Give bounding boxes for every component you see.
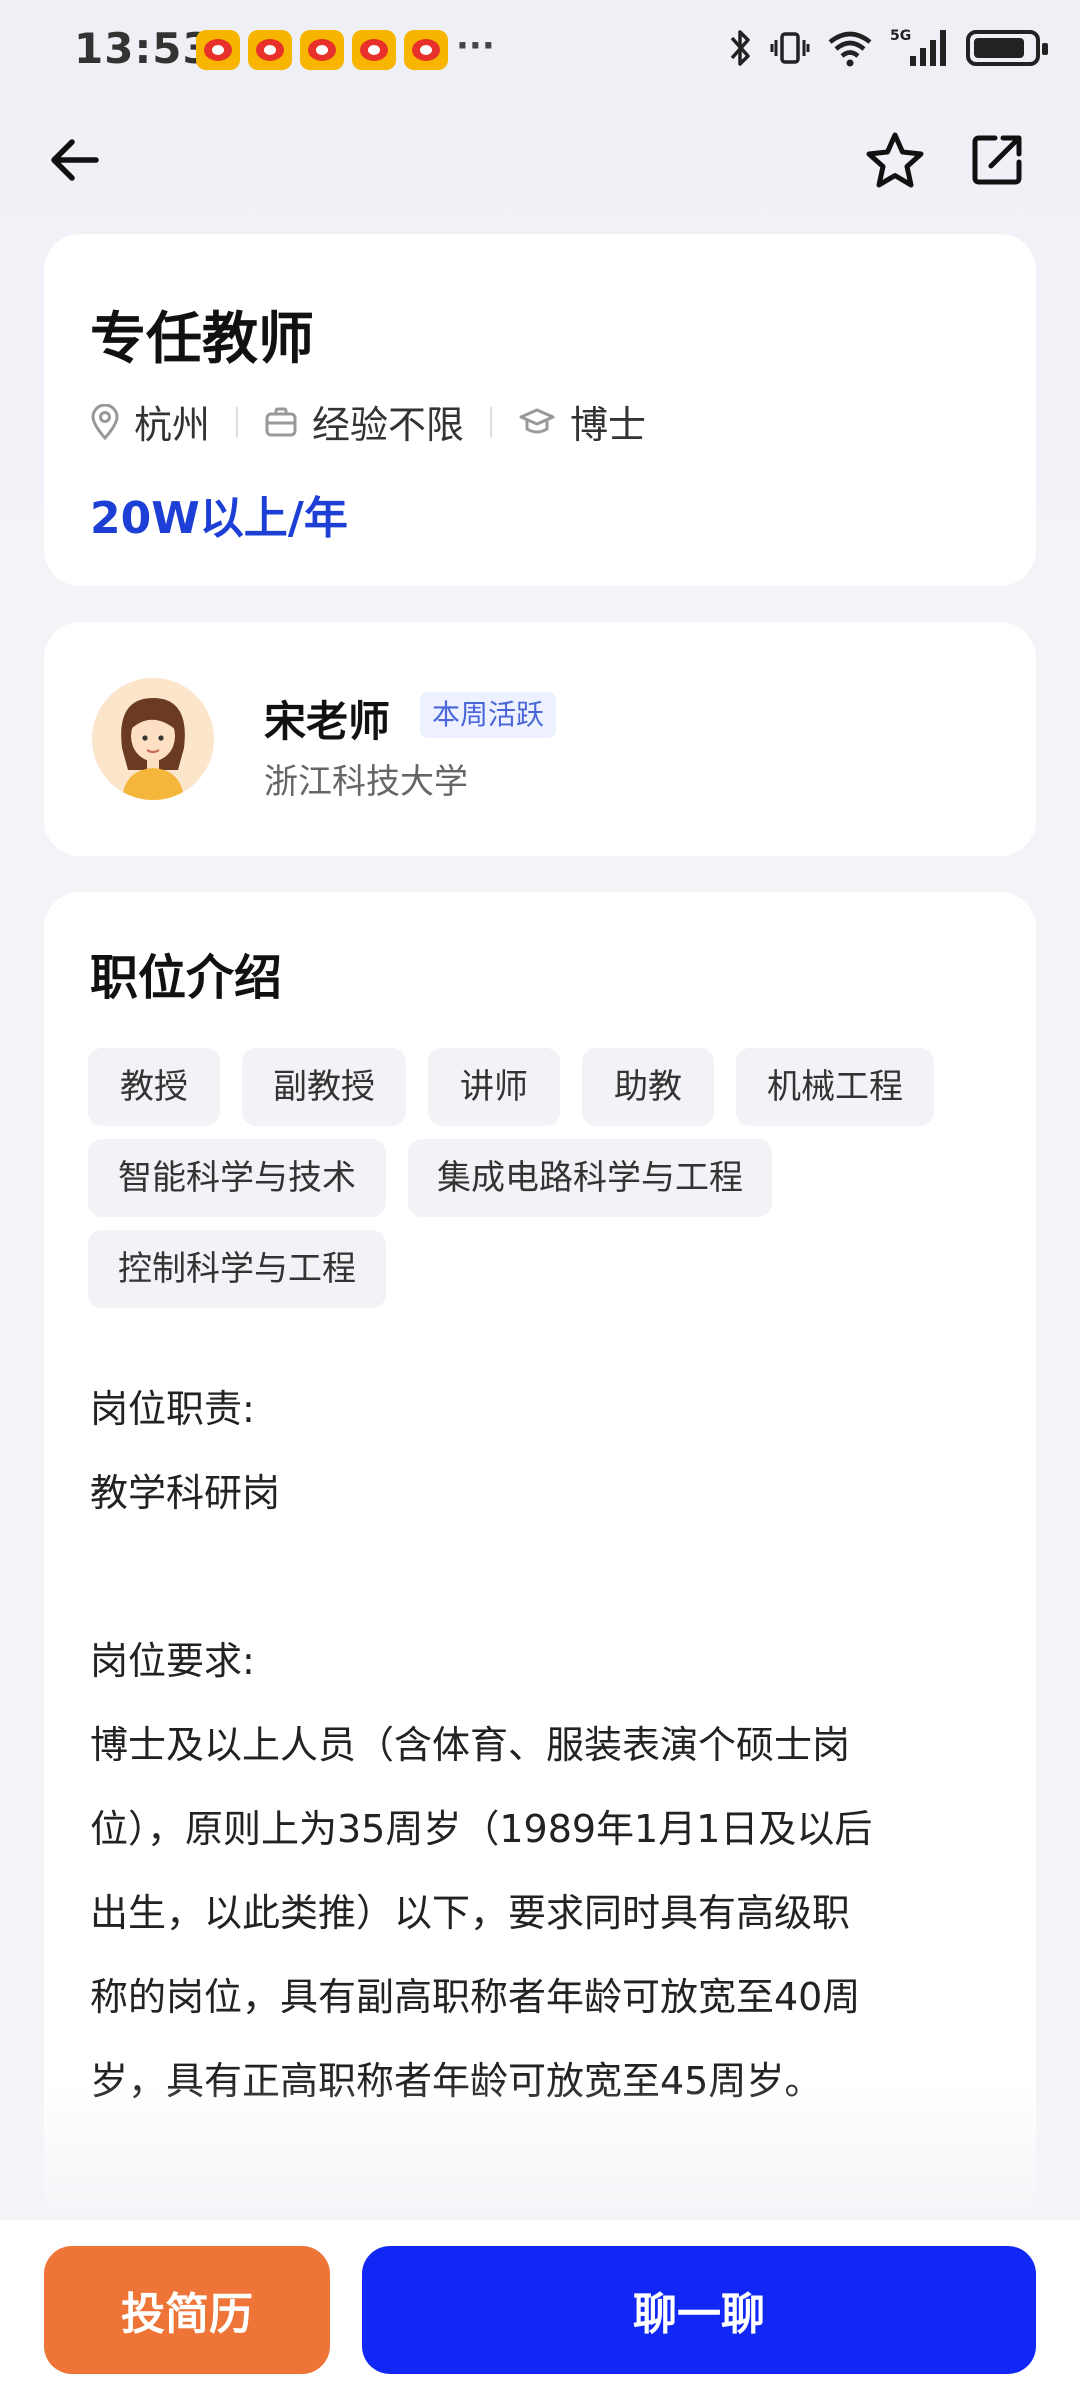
duty-text: 教学科研岗 — [90, 1471, 281, 1515]
salary: 20W以上/年 — [90, 493, 348, 544]
tag: 副教授 — [242, 1048, 406, 1126]
tag: 讲师 — [428, 1048, 560, 1126]
requirement-line: 出生，以此类推）以下，要求同时具有高级职 — [90, 1891, 851, 1935]
back-button[interactable] — [40, 120, 110, 200]
tag: 助教 — [582, 1048, 714, 1126]
tag: 控制科学与工程 — [88, 1230, 386, 1308]
bottom-action-bar: 投简历 聊一聊 — [0, 2220, 1080, 2400]
section-title: 职位介绍 — [90, 950, 283, 1006]
graduation-cap-icon — [519, 408, 555, 433]
weibo-icon — [300, 30, 344, 70]
share-icon — [972, 135, 1022, 185]
requirement-line: 位），原则上为35周岁（1989年1月1日及以后 — [90, 1807, 873, 1851]
experience-text: 经验不限 — [312, 403, 465, 447]
tag: 智能科学与技术 — [88, 1139, 386, 1217]
svg-text:5G: 5G — [890, 28, 911, 44]
status-bar: 13:53 ··· 5G — [0, 0, 1080, 100]
recruiter-card[interactable]: 宋老师 本周活跃 浙江科技大学 — [44, 622, 1036, 856]
tag: 机械工程 — [736, 1048, 934, 1126]
recruiter-organization: 浙江科技大学 — [264, 762, 468, 802]
system-icons: 5G — [728, 26, 1048, 70]
avatar[interactable] — [92, 678, 214, 800]
top-nav — [0, 110, 1080, 210]
experience-item: 经验不限 — [264, 394, 464, 449]
weibo-icon — [404, 30, 448, 70]
status-time: 13:53 — [74, 24, 213, 73]
bluetooth-icon — [728, 26, 754, 70]
location-item: 杭州 — [90, 394, 210, 449]
tag: 集成电路科学与工程 — [408, 1139, 772, 1217]
duty-heading: 岗位职责: — [90, 1387, 255, 1431]
battery-icon — [966, 26, 1048, 70]
recruiter-avatar-icon — [92, 678, 214, 800]
education-text: 博士 — [570, 403, 647, 447]
notification-icons — [196, 30, 448, 70]
share-button[interactable] — [962, 120, 1032, 200]
briefcase-icon — [265, 407, 297, 436]
chat-button[interactable]: 聊一聊 — [362, 2246, 1036, 2374]
wifi-icon — [826, 26, 874, 70]
apply-resume-button[interactable]: 投简历 — [44, 2246, 330, 2374]
tag: 教授 — [88, 1048, 220, 1126]
favorite-button[interactable] — [860, 120, 930, 200]
scroll-fade — [44, 2080, 1036, 2220]
status-badge: 本周活跃 — [420, 692, 557, 738]
job-summary-card: 专任教师 杭州 经验不限 博士 20W以上/年 — [44, 234, 1036, 586]
vibrate-icon — [770, 26, 810, 70]
signal-5g-icon: 5G — [890, 26, 950, 70]
requirement-line: 博士及以上人员（含体育、服装表演个硕士岗 — [90, 1723, 851, 1767]
more-notifications-icon: ··· — [456, 26, 495, 66]
education-item: 博士 — [518, 394, 646, 449]
requirement-heading: 岗位要求: — [90, 1639, 255, 1683]
job-title: 专任教师 — [90, 307, 314, 372]
location-text: 杭州 — [134, 403, 211, 447]
recruiter-name: 宋老师 — [264, 697, 391, 746]
weibo-icon — [196, 30, 240, 70]
job-meta: 杭州 经验不限 博士 — [90, 394, 646, 449]
star-icon — [866, 132, 924, 188]
divider — [236, 406, 239, 437]
weibo-icon — [352, 30, 396, 70]
back-arrow-icon — [51, 139, 99, 181]
weibo-icon — [248, 30, 292, 70]
location-pin-icon — [91, 403, 119, 440]
divider — [490, 406, 493, 437]
job-description-card: 职位介绍 教授 副教授 讲师 助教 机械工程 智能科学与技术 集成电路科学与工程… — [44, 892, 1036, 2252]
requirement-line: 称的岗位，具有副高职称者年龄可放宽至40周 — [90, 1975, 861, 2019]
